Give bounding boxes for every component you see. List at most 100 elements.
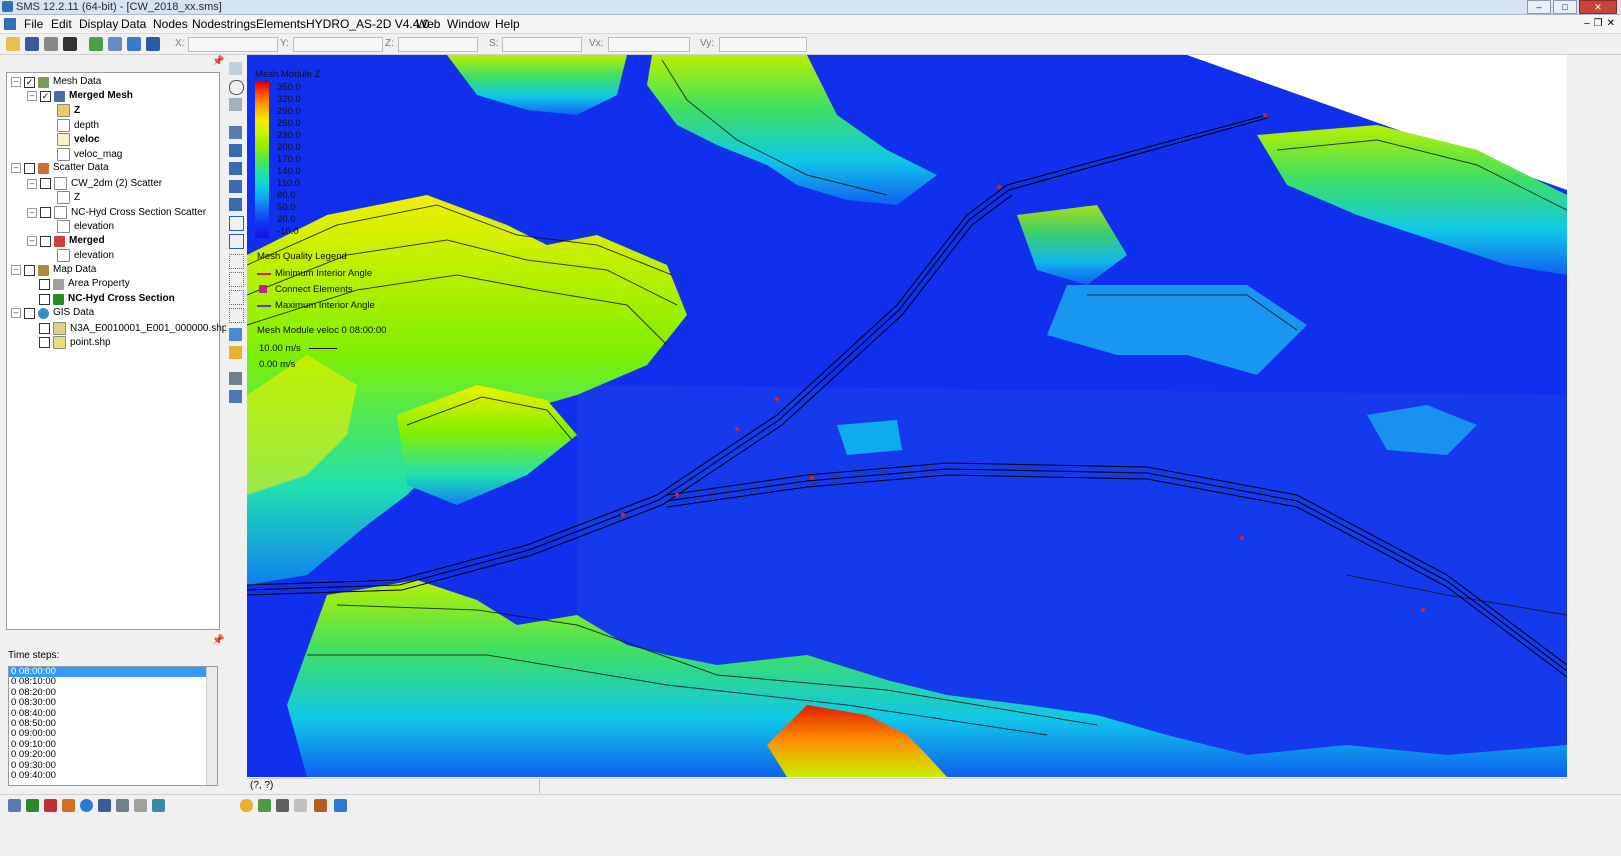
menu-nodestrings[interactable]: Nodestrings xyxy=(192,17,256,31)
collapse-toggle[interactable]: – xyxy=(11,77,21,87)
create-node-tool-icon[interactable] xyxy=(229,144,242,157)
cartesian-grid-icon[interactable] xyxy=(116,799,129,812)
menu-window[interactable]: Window xyxy=(447,17,490,31)
grid-module-icon[interactable] xyxy=(26,799,39,812)
checkbox[interactable] xyxy=(39,323,50,334)
pin-icon[interactable]: 📌 xyxy=(212,57,224,67)
document-icon[interactable] xyxy=(4,18,16,30)
tree-item-merged-elevation[interactable]: elevation xyxy=(57,249,114,262)
checkbox[interactable] xyxy=(39,337,50,348)
menu-display[interactable]: Display xyxy=(79,17,118,31)
collapse-toggle[interactable]: – xyxy=(27,178,37,189)
time-steps-scrollbar[interactable] xyxy=(206,667,217,785)
select-element-tool-icon[interactable] xyxy=(229,198,242,211)
plot-options-icon[interactable] xyxy=(229,390,242,403)
tree-item-scatter-data[interactable]: – Scatter Data xyxy=(11,162,109,174)
menu-edit[interactable]: Edit xyxy=(51,17,72,31)
tree-item-map-data[interactable]: – Map Data xyxy=(11,264,96,276)
checkbox[interactable] xyxy=(39,278,50,290)
rotate-tool-icon[interactable] xyxy=(229,98,242,111)
time-step-item[interactable]: 0 09:40:00 xyxy=(9,770,217,781)
tree-item-mesh-data[interactable]: – ✓ Mesh Data xyxy=(11,76,101,88)
hydro-as-icon[interactable] xyxy=(240,799,253,812)
tree-item-merged-mesh[interactable]: – ✓ Merged Mesh xyxy=(27,90,133,102)
checkbox[interactable]: ✓ xyxy=(24,76,35,88)
menu-data[interactable]: Data xyxy=(121,17,146,31)
contour-options-icon[interactable] xyxy=(229,346,242,359)
tree-item-dataset-z[interactable]: Z xyxy=(57,104,80,117)
tree-item-gis-data[interactable]: – GIS Data xyxy=(11,307,94,319)
refresh-icon[interactable] xyxy=(89,37,103,51)
close-button[interactable]: ✕ xyxy=(1579,0,1617,14)
time-step-item[interactable]: 0 08:30:00 xyxy=(9,697,217,708)
checkbox[interactable] xyxy=(24,264,35,276)
annotation-module-icon[interactable] xyxy=(134,799,147,812)
create-triangle-tool-icon[interactable] xyxy=(229,216,244,231)
tree-item-n3a-shapefile[interactable]: N3A_E0010001_E001_000000.shp xyxy=(39,322,227,335)
pan-tool-icon[interactable] xyxy=(229,62,242,75)
collapse-toggle[interactable]: – xyxy=(27,91,37,101)
zoom-tool-icon[interactable] xyxy=(229,80,244,95)
tree-item-nc-hyd-scatter[interactable]: – NC-Hyd Cross Section Scatter xyxy=(27,206,206,219)
checkbox[interactable] xyxy=(39,293,50,305)
collapse-toggle[interactable]: – xyxy=(11,265,21,275)
checkbox[interactable] xyxy=(40,235,51,247)
vy-field[interactable] xyxy=(719,37,807,52)
menu-hydro-as-2d[interactable]: HYDRO_AS-2D V4.4.0 xyxy=(306,17,429,31)
create-quad-tool-icon[interactable] xyxy=(229,234,244,249)
mesh-module-icon[interactable] xyxy=(8,799,21,812)
time-steps-list[interactable]: 0 08:00:00 0 08:10:00 0 08:20:00 0 08:30… xyxy=(8,666,218,786)
select-mesh-tool-icon[interactable] xyxy=(229,254,244,269)
select-box-tool-icon[interactable] xyxy=(229,290,244,305)
frame-icon[interactable] xyxy=(127,37,141,51)
1d-grid-icon[interactable] xyxy=(152,799,165,812)
select-nodestring-tool-icon[interactable] xyxy=(229,162,242,175)
tree-item-dataset-depth[interactable]: depth xyxy=(57,119,99,132)
checkbox[interactable] xyxy=(24,162,35,174)
tree-item-point-shapefile[interactable]: point.shp xyxy=(39,336,111,349)
gis-module-icon[interactable] xyxy=(80,799,93,812)
tree-item-cw-scatter[interactable]: – CW_2dm (2) Scatter xyxy=(27,177,162,190)
tree-item-area-property[interactable]: Area Property xyxy=(39,278,130,290)
tree-item-nc-hyd-cross-section[interactable]: NC-Hyd Cross Section xyxy=(39,293,175,305)
y-field[interactable] xyxy=(293,37,383,52)
model-settings-icon[interactable] xyxy=(276,799,289,812)
open-icon[interactable] xyxy=(6,37,20,51)
menu-help[interactable]: Help xyxy=(495,17,520,31)
create-nodestring-tool-icon[interactable] xyxy=(229,180,242,193)
transform-tool-icon[interactable] xyxy=(229,328,242,341)
menu-file[interactable]: File xyxy=(24,17,43,31)
pin-icon[interactable]: 📌 xyxy=(212,636,224,646)
checkbox[interactable] xyxy=(24,307,35,319)
zoom-icon[interactable] xyxy=(108,37,122,51)
collapse-toggle[interactable]: – xyxy=(11,163,21,173)
select-region-tool-icon[interactable] xyxy=(229,308,244,323)
map-module-icon[interactable] xyxy=(98,799,111,812)
display-options-icon[interactable] xyxy=(229,372,242,385)
check-model-icon[interactable] xyxy=(294,799,307,812)
vx-field[interactable] xyxy=(608,37,690,52)
graphics-window[interactable]: Mesh Module Z 350.0 320.0 290.0 260.0 23… xyxy=(247,55,1567,777)
mdi-restore-button[interactable]: ❐ xyxy=(1594,18,1603,29)
tree-item-nc-hyd-elevation[interactable]: elevation xyxy=(57,220,114,233)
minimize-button[interactable]: – xyxy=(1527,0,1551,14)
scatter-module-icon[interactable] xyxy=(44,799,57,812)
tree-item-scatter-z[interactable]: Z xyxy=(57,191,80,204)
menu-web[interactable]: Web xyxy=(416,17,440,31)
time-step-item[interactable]: 0 09:20:00 xyxy=(9,749,217,760)
plot-wizard-icon[interactable] xyxy=(334,799,347,812)
menu-nodes[interactable]: Nodes xyxy=(153,17,188,31)
tree-item-dataset-veloc[interactable]: veloc xyxy=(57,133,100,146)
maximize-button[interactable]: □ xyxy=(1553,0,1577,14)
delete-icon[interactable] xyxy=(63,37,77,51)
particle-module-icon[interactable] xyxy=(62,799,75,812)
checkbox[interactable] xyxy=(40,207,51,218)
mdi-minimize-button[interactable]: – xyxy=(1584,18,1590,29)
select-node-tool-icon[interactable] xyxy=(229,126,242,139)
generic-model-icon[interactable] xyxy=(258,799,271,812)
run-model-icon[interactable] xyxy=(314,799,327,812)
menu-elements[interactable]: Elements xyxy=(256,17,306,31)
tree-item-dataset-veloc-mag[interactable]: veloc_mag xyxy=(57,148,122,161)
collapse-toggle[interactable]: – xyxy=(27,207,37,218)
select-polygon-tool-icon[interactable] xyxy=(229,272,244,287)
